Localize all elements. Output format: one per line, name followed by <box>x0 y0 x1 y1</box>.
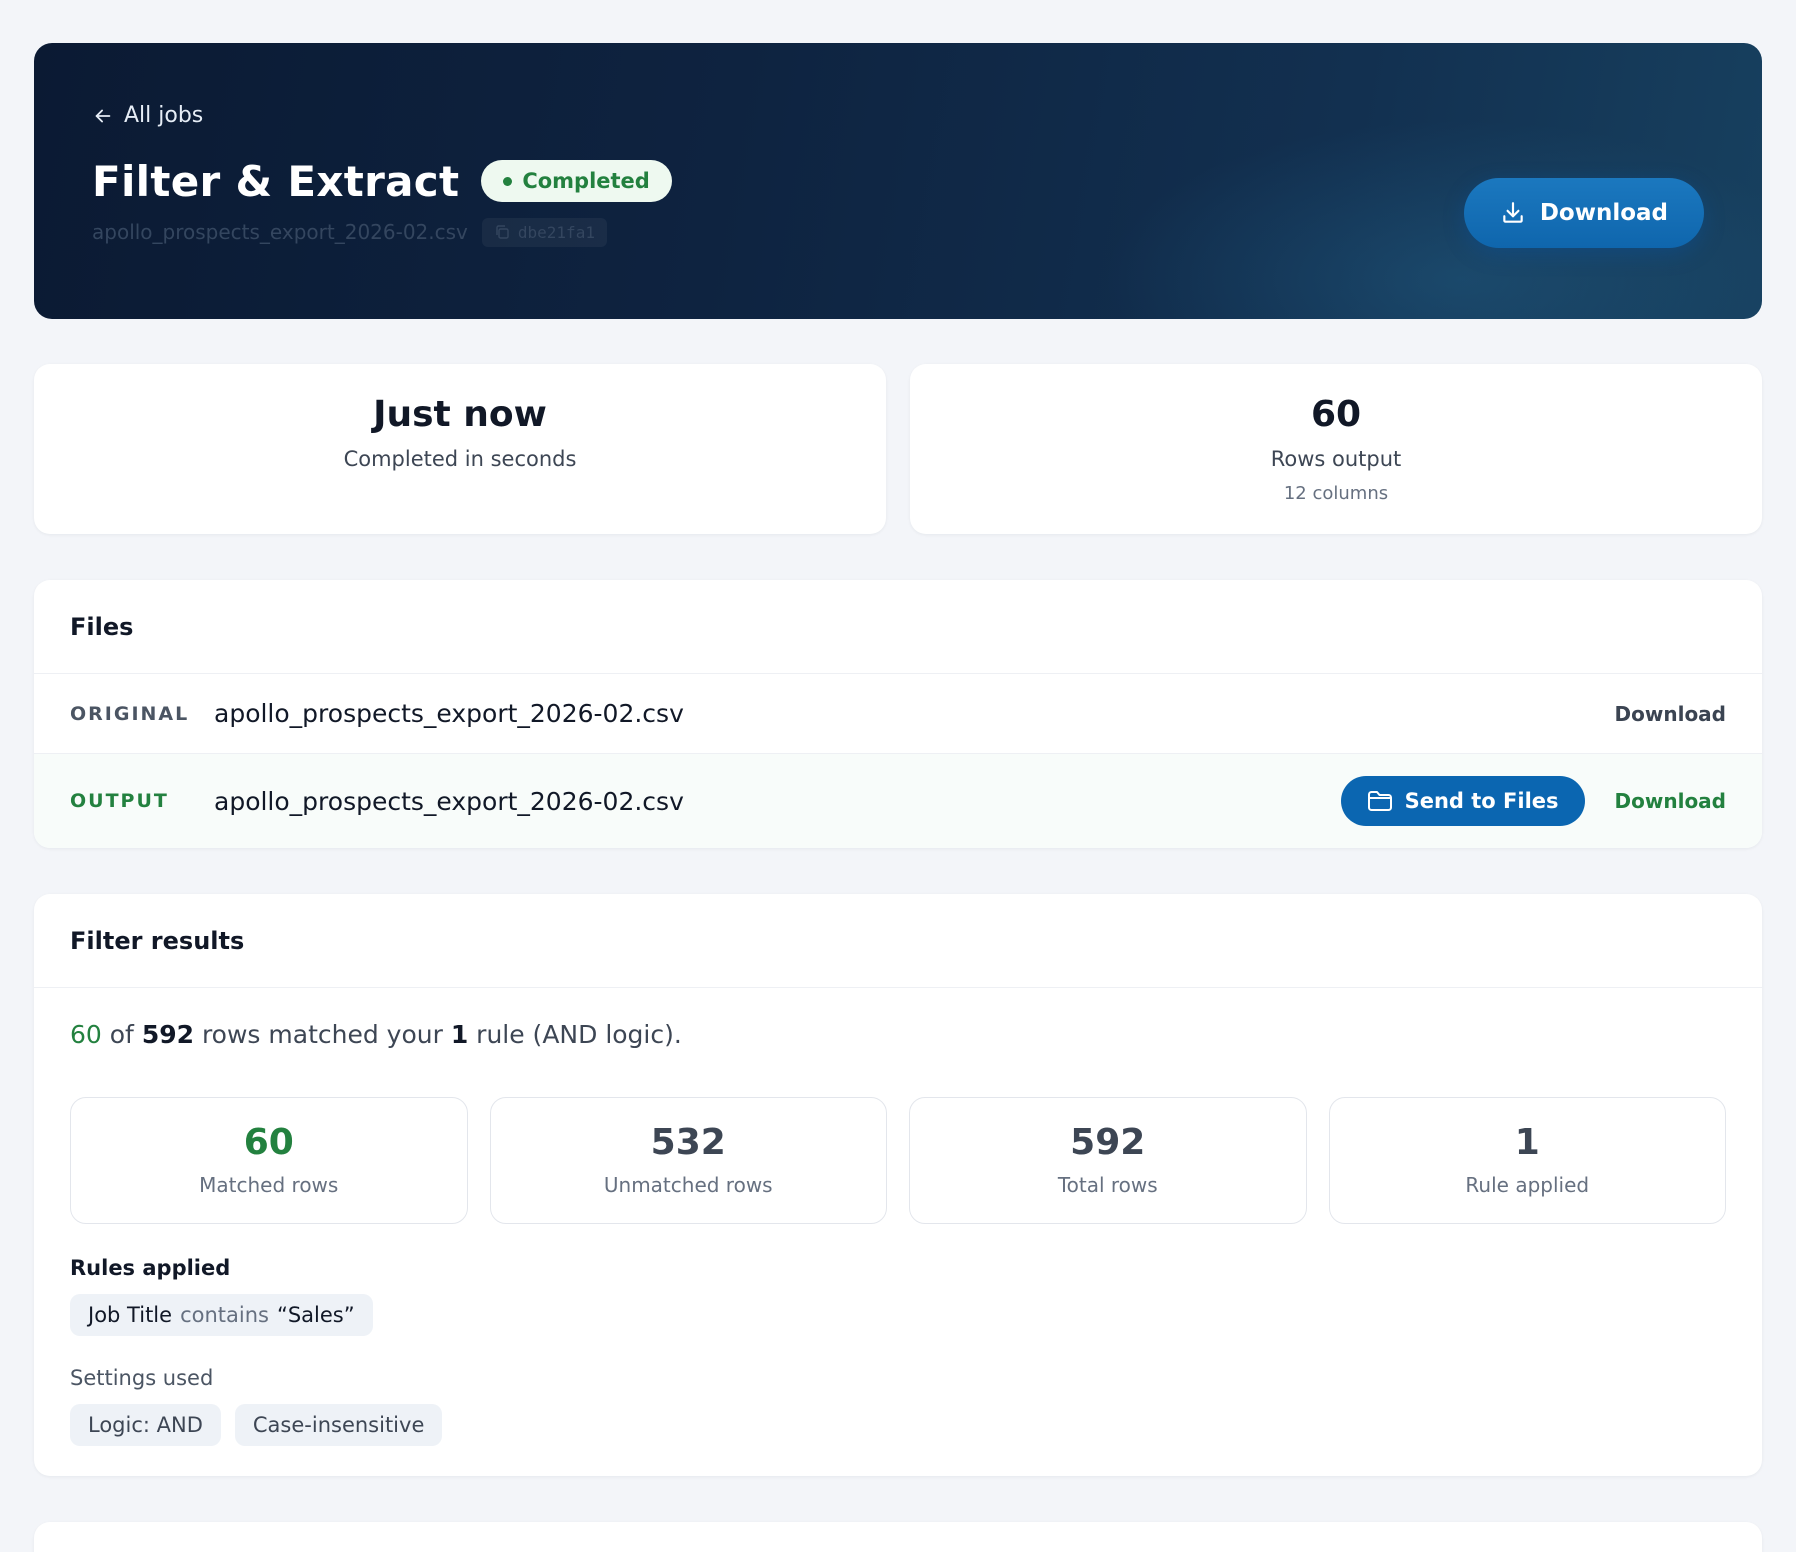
filter-summary: 60 of 592 rows matched your 1 rule (AND … <box>70 1020 1726 1049</box>
rows-output-card: 60 Rows output 12 columns <box>910 364 1762 534</box>
filter-metrics: 60 Matched rows 532 Unmatched rows 592 T… <box>70 1097 1726 1224</box>
job-stats: Just now Completed in seconds 60 Rows ou… <box>34 364 1762 534</box>
rules-applied-metric: 1 Rule applied <box>1328 1097 1726 1224</box>
source-filename: apollo_prospects_export_2026-02.csv <box>92 220 468 244</box>
rules-applied-label: Rule applied <box>1465 1173 1590 1197</box>
original-file-name: apollo_prospects_export_2026-02.csv <box>214 699 684 728</box>
download-button[interactable]: Download <box>1463 178 1704 248</box>
rule-operator: contains <box>180 1303 269 1327</box>
summary-rule-count: 1 <box>450 1020 469 1049</box>
rules-applied-value: 1 <box>1514 1122 1540 1163</box>
back-to-all-jobs-link[interactable]: All jobs <box>92 103 203 128</box>
rule-value: “Sales” <box>276 1303 355 1327</box>
output-file-kind: OUTPUT <box>70 790 169 812</box>
original-file-kind: ORIGINAL <box>70 702 190 725</box>
completion-time-label: Completed in seconds <box>343 447 577 471</box>
page-title: Filter & Extract <box>92 156 460 206</box>
completion-time-card: Just now Completed in seconds <box>34 364 886 534</box>
send-to-files-label: Send to Files <box>1404 789 1559 813</box>
filter-results-panel: Filter results 60 of 592 rows matched yo… <box>34 894 1762 1476</box>
total-rows-value: 592 <box>1070 1122 1146 1163</box>
settings-list: Logic: AND Case-insensitive <box>70 1404 1726 1446</box>
send-to-files-button[interactable]: Send to Files <box>1340 776 1585 826</box>
settings-used-title: Settings used <box>70 1366 214 1390</box>
folder-icon <box>1367 791 1392 811</box>
copy-job-id-button[interactable]: dbe21fa1 <box>481 217 607 247</box>
status-badge: Completed <box>481 160 672 202</box>
arrow-left-icon <box>95 109 111 122</box>
total-rows-label: Total rows <box>1057 1173 1158 1197</box>
status-dot-icon <box>503 176 513 186</box>
rows-output-label: Rows output <box>1270 447 1402 471</box>
summary-mid: rows matched your <box>194 1020 451 1049</box>
columns-count: 12 columns <box>1283 483 1389 504</box>
rule-field: Job Title <box>88 1303 173 1327</box>
files-panel: Files ORIGINAL apollo_prospects_export_2… <box>34 580 1762 848</box>
download-button-label: Download <box>1539 200 1668 226</box>
summary-matched: 60 <box>70 1020 102 1049</box>
download-icon <box>1503 202 1523 223</box>
summary-total: 592 <box>141 1020 194 1049</box>
matched-rows-value: 60 <box>243 1122 294 1163</box>
unmatched-rows-label: Unmatched rows <box>603 1173 773 1197</box>
completion-time-value: Just now <box>373 394 547 435</box>
back-link-label: All jobs <box>124 103 204 128</box>
output-download-link[interactable]: Download <box>1615 789 1726 813</box>
setting-logic-chip: Logic: AND <box>70 1404 221 1446</box>
rules-applied-title: Rules applied <box>70 1256 231 1280</box>
unmatched-rows-metric: 532 Unmatched rows <box>489 1097 887 1224</box>
output-file-name: apollo_prospects_export_2026-02.csv <box>214 786 684 816</box>
rule-chip: Job Title contains “Sales” <box>70 1294 373 1336</box>
page: All jobs Filter & Extract Completed apol… <box>0 0 1796 1552</box>
copy-icon <box>496 225 509 239</box>
files-title: Files <box>70 612 134 641</box>
output-file-row: OUTPUT apollo_prospects_export_2026-02.c… <box>34 754 1762 848</box>
rows-output-value: 60 <box>1310 394 1362 435</box>
next-panel <box>34 1522 1762 1552</box>
total-rows-metric: 592 Total rows <box>909 1097 1307 1224</box>
status-label: Completed <box>522 169 650 193</box>
matched-rows-metric: 60 Matched rows <box>70 1097 468 1224</box>
job-id: dbe21fa1 <box>517 222 595 242</box>
original-download-link[interactable]: Download <box>1615 702 1726 726</box>
job-header: All jobs Filter & Extract Completed apol… <box>34 43 1762 319</box>
summary-tail: rule (AND logic). <box>468 1020 682 1049</box>
unmatched-rows-value: 532 <box>650 1122 726 1163</box>
original-file-row: ORIGINAL apollo_prospects_export_2026-02… <box>34 674 1762 754</box>
matched-rows-label: Matched rows <box>199 1173 339 1197</box>
filter-results-title: Filter results <box>70 926 245 955</box>
summary-of: of <box>101 1020 142 1049</box>
setting-case-chip: Case-insensitive <box>234 1404 443 1446</box>
